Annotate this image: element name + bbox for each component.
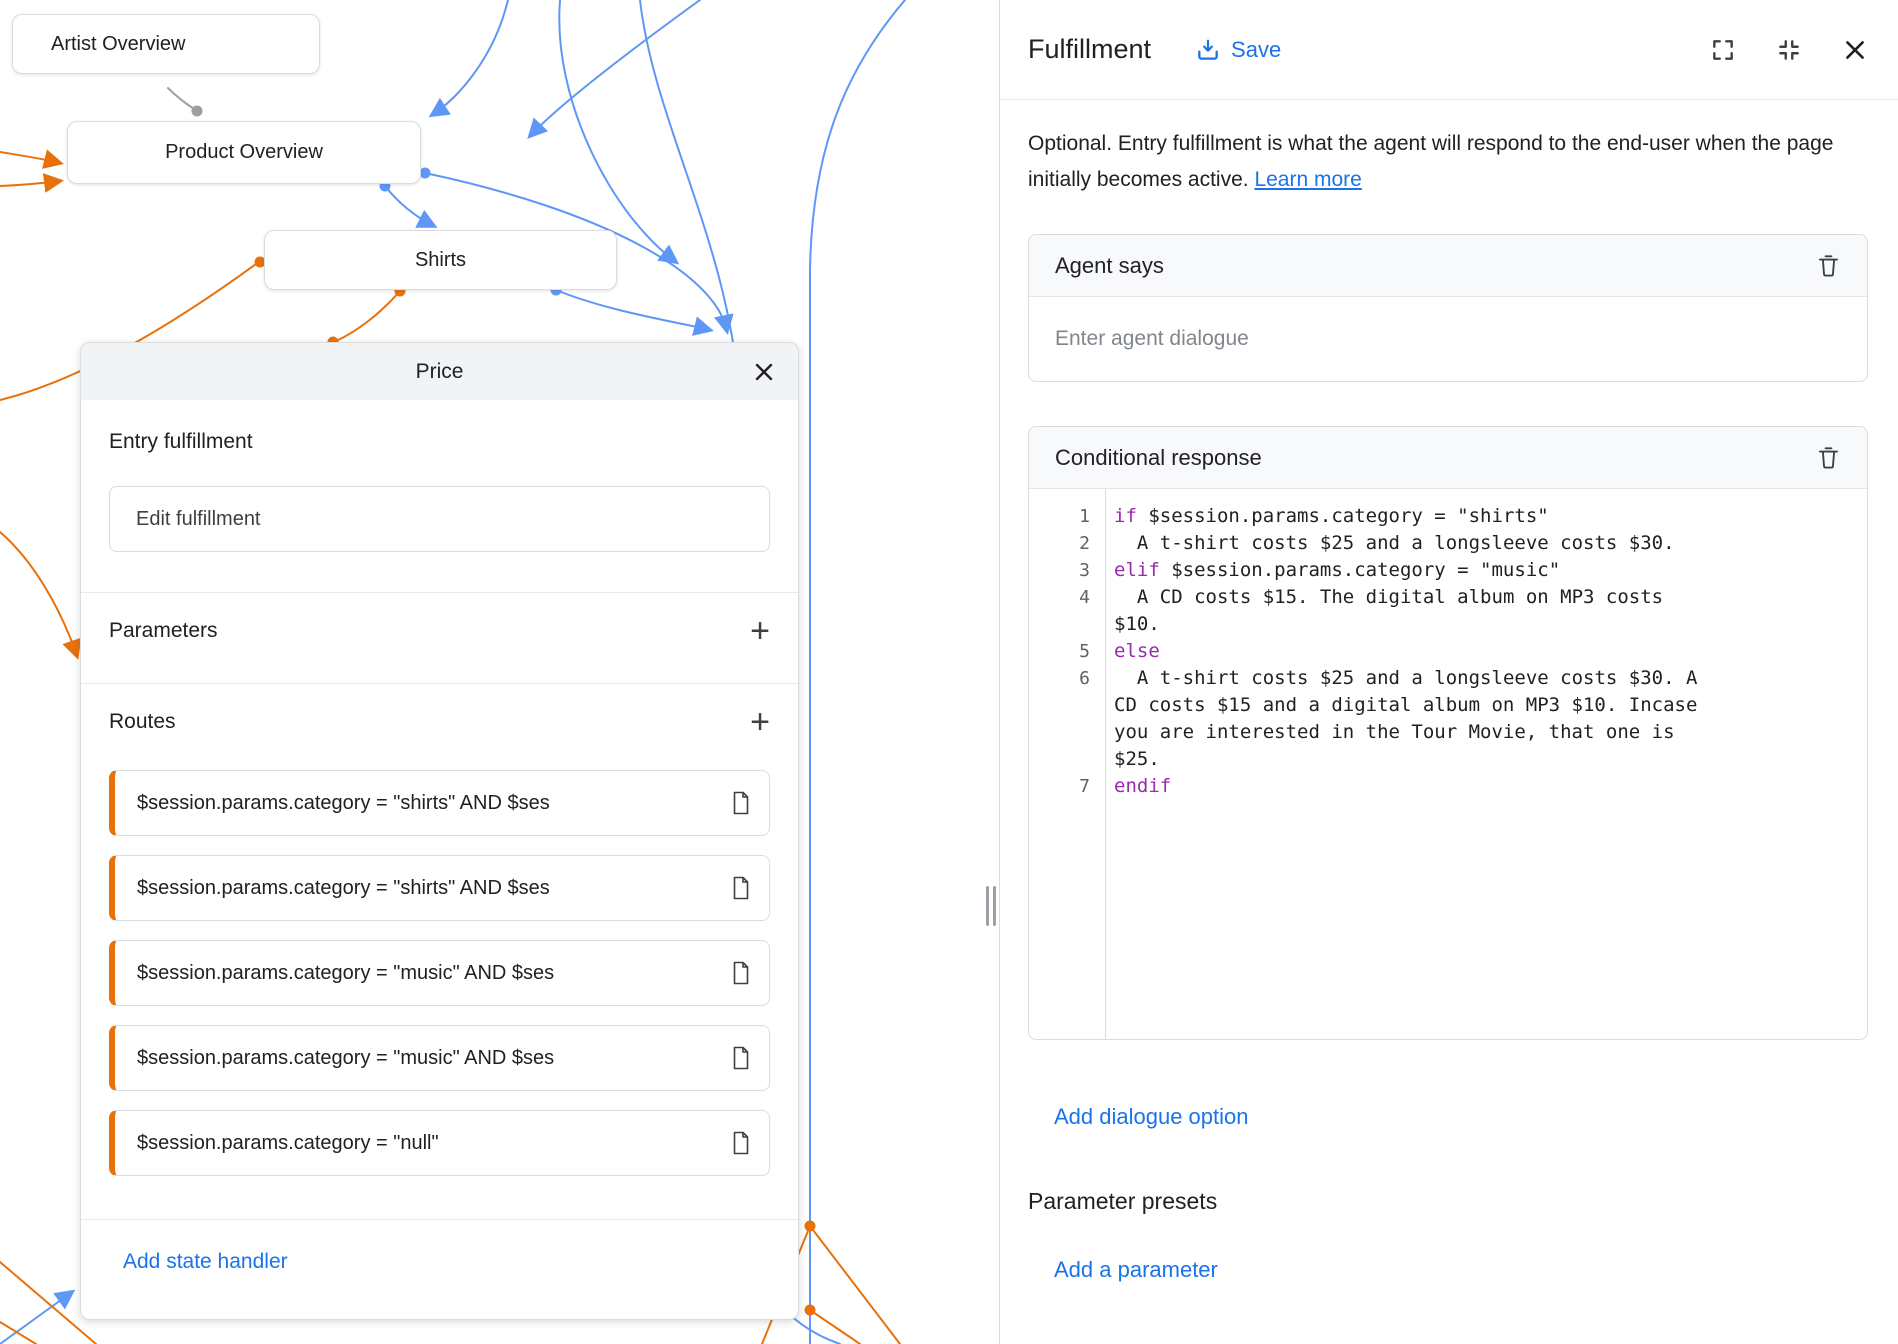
save-label: Save	[1231, 37, 1281, 63]
route-condition-text: $session.params.category = "shirts" AND …	[137, 792, 721, 815]
close-icon	[752, 360, 776, 384]
code-line: 2 A t-shirt costs $25 and a longsleeve c…	[1029, 530, 1867, 557]
add-dialogue-option-link[interactable]: Add dialogue option	[1054, 1104, 1249, 1130]
edit-fulfillment-button[interactable]: Edit fulfillment	[109, 486, 770, 552]
add-route-plus-button[interactable]: +	[750, 710, 770, 734]
parameters-label: Parameters	[109, 619, 218, 643]
delete-conditional-response-button[interactable]	[1816, 445, 1841, 470]
document-icon	[731, 961, 751, 985]
parameters-section: Parameters +	[81, 592, 798, 683]
node-label: Product Overview	[165, 141, 323, 164]
route-condition-text: $session.params.category = "music" AND $…	[137, 962, 721, 985]
code-line: 1if $session.params.category = "shirts"	[1029, 503, 1867, 530]
route-condition-text: $session.params.category = "shirts" AND …	[137, 877, 721, 900]
route-item[interactable]: $session.params.category = "music" AND $…	[109, 940, 770, 1006]
flow-node-artist-overview[interactable]: Artist Overview	[12, 14, 320, 74]
trash-icon	[1816, 253, 1841, 278]
flow-canvas[interactable]: Artist Overview Product Overview Shirts …	[0, 0, 999, 1344]
flow-node-shirts[interactable]: Shirts	[264, 230, 617, 290]
close-panel-button[interactable]	[1842, 37, 1868, 63]
code-line: 7endif	[1029, 773, 1867, 800]
learn-more-link[interactable]: Learn more	[1254, 168, 1361, 191]
trash-icon	[1816, 445, 1841, 470]
panel-resize-handle[interactable]	[986, 886, 996, 926]
code-line: 5else	[1029, 638, 1867, 665]
parameter-presets-heading: Parameter presets	[1028, 1188, 1868, 1215]
conditional-response-editor[interactable]: 1if $session.params.category = "shirts"2…	[1029, 489, 1867, 1039]
panel-title: Fulfillment	[1028, 34, 1151, 65]
route-condition-text: $session.params.category = "null"	[137, 1132, 721, 1155]
delete-agent-says-button[interactable]	[1816, 253, 1841, 278]
agent-dialogue-input[interactable]	[1055, 327, 1841, 351]
gutter-divider	[1105, 489, 1106, 1039]
add-a-parameter-link[interactable]: Add a parameter	[1054, 1257, 1218, 1283]
node-label: Shirts	[415, 249, 466, 272]
agent-says-title: Agent says	[1055, 253, 1164, 279]
panel-description: Optional. Entry fulfillment is what the …	[1028, 126, 1838, 198]
save-button[interactable]: Save	[1195, 37, 1281, 63]
document-icon	[731, 1131, 751, 1155]
route-item[interactable]: $session.params.category = "null"	[109, 1110, 770, 1176]
add-state-handler-link[interactable]: Add state handler	[123, 1250, 798, 1274]
agent-says-card: Agent says	[1028, 234, 1868, 382]
collapse-panel-button[interactable]	[1776, 37, 1802, 63]
node-label: Artist Overview	[51, 33, 185, 56]
entry-fulfillment-label: Entry fulfillment	[109, 430, 770, 454]
routes-section: Routes +	[81, 683, 798, 770]
code-line: 6 A t-shirt costs $25 and a longsleeve c…	[1029, 665, 1867, 773]
save-icon	[1195, 37, 1221, 63]
document-icon	[731, 791, 751, 815]
document-icon	[731, 1046, 751, 1070]
expand-panel-button[interactable]	[1710, 37, 1736, 63]
agent-dialogue-field-row	[1029, 297, 1867, 381]
route-condition-text: $session.params.category = "music" AND $…	[137, 1047, 721, 1070]
price-card-header: Price	[81, 343, 798, 400]
conditional-response-card: Conditional response 1if $session.params…	[1028, 426, 1868, 1040]
code-line: 4 A CD costs $15. The digital album on M…	[1029, 584, 1867, 638]
code-line: 3elif $session.params.category = "music"	[1029, 557, 1867, 584]
routes-list: $session.params.category = "shirts" AND …	[81, 770, 798, 1195]
close-price-card-button[interactable]	[752, 360, 776, 384]
fulfillment-panel: Fulfillment Save	[999, 0, 1898, 1344]
price-card-title: Price	[81, 360, 798, 384]
routes-label: Routes	[109, 710, 176, 734]
conditional-response-header: Conditional response	[1029, 427, 1867, 489]
document-icon	[731, 876, 751, 900]
agent-says-header: Agent says	[1029, 235, 1867, 297]
conditional-response-title: Conditional response	[1055, 445, 1262, 471]
route-item[interactable]: $session.params.category = "shirts" AND …	[109, 770, 770, 836]
flow-node-product-overview[interactable]: Product Overview	[67, 121, 421, 184]
divider	[81, 1219, 798, 1220]
route-item[interactable]: $session.params.category = "shirts" AND …	[109, 855, 770, 921]
close-icon	[1842, 37, 1868, 63]
fullscreen-exit-icon	[1776, 37, 1802, 63]
fullscreen-icon	[1710, 37, 1736, 63]
entry-fulfillment-section: Entry fulfillment Edit fulfillment	[81, 400, 798, 592]
add-parameter-plus-button[interactable]: +	[750, 619, 770, 643]
price-page-card: Price Entry fulfillment Edit fulfillment…	[80, 342, 799, 1320]
route-item[interactable]: $session.params.category = "music" AND $…	[109, 1025, 770, 1091]
code-lines: 1if $session.params.category = "shirts"2…	[1029, 503, 1867, 800]
panel-header: Fulfillment Save	[1000, 0, 1898, 100]
